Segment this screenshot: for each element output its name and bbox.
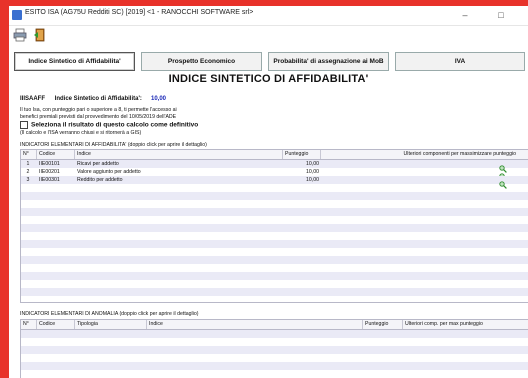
table-row[interactable] <box>21 256 528 264</box>
page-title: INDICE SINTETICO DI AFFIDABILITA' <box>168 73 369 85</box>
cell-codice: IIE00101 <box>39 161 60 167</box>
table-row[interactable] <box>21 232 528 240</box>
col-codice[interactable]: Codice <box>37 320 75 329</box>
table-row[interactable] <box>21 248 528 256</box>
cell-codice: IIE00301 <box>39 177 60 183</box>
tab-probabilita-mob[interactable]: Probabilita' di assegnazione ai MoB <box>268 52 389 71</box>
minimize-button[interactable]: – <box>453 8 477 23</box>
table-row[interactable] <box>21 370 528 378</box>
tab-bar: Indice Sintetico di Affidabilita' Prospe… <box>9 52 528 71</box>
exit-door-icon[interactable] <box>33 28 47 42</box>
tab-iva[interactable]: IVA <box>395 52 525 71</box>
table-row[interactable] <box>21 224 528 232</box>
tab-indice-sintetico[interactable]: Indice Sintetico di Affidabilita' <box>14 52 135 71</box>
cell-n: 1 <box>26 161 30 167</box>
anomalia-section-label: INDICATORI ELEMENTARI DI ANOMALIA (doppi… <box>20 311 199 317</box>
table-row[interactable] <box>21 362 528 370</box>
tab-prospetto-economico[interactable]: Prospetto Economico <box>141 52 262 71</box>
col-n[interactable]: N° <box>21 320 37 329</box>
anomalia-table-header: N° Codice Tipologia Indice Punteggio Ult… <box>21 320 528 330</box>
info-line-1: Il tuo Isa, con punteggio pari o superio… <box>20 107 177 113</box>
cell-indice: Valore aggiunto per addetto <box>77 169 141 175</box>
table-row[interactable]: 1 IIE00101 Ricavi per addetto 10,00 <box>21 160 528 173</box>
col-codice[interactable]: Codice <box>37 150 75 159</box>
info-line-2: benefici premiali previsti dal provvedim… <box>20 114 177 120</box>
maximize-button[interactable]: □ <box>489 8 513 23</box>
table-row[interactable] <box>21 280 528 288</box>
cell-n: 3 <box>26 177 30 183</box>
isa-index-row: IIISAAFF Indice Sintetico di Affidabilit… <box>20 96 186 105</box>
affidabilita-table-header: N° Codice Indice Punteggio Ulteriori com… <box>21 150 528 160</box>
affidabilita-section-label: INDICATORI ELEMENTARI DI AFFIDABILITA' (… <box>20 142 207 148</box>
magnifier-icon[interactable] <box>499 168 507 181</box>
definitive-checkbox-row[interactable]: Seleziona il risultato di questo calcolo… <box>20 121 198 129</box>
table-row[interactable] <box>21 208 528 216</box>
table-row[interactable]: 2 IIE00201 Valore aggiunto per addetto 10,0… <box>21 168 528 181</box>
table-row[interactable] <box>21 200 528 208</box>
table-row[interactable] <box>21 338 528 346</box>
title-bar: ESITO ISA (AG75U Redditi SC) [2019] <1 -… <box>9 6 528 26</box>
table-row[interactable] <box>21 192 528 200</box>
table-row[interactable] <box>21 272 528 280</box>
anomalia-table[interactable]: N° Codice Tipologia Indice Punteggio Ult… <box>20 319 528 378</box>
table-row[interactable] <box>21 346 528 354</box>
isa-code: IIISAAFF <box>20 96 45 102</box>
col-n[interactable]: N° <box>21 150 37 159</box>
col-indice[interactable]: Indice <box>147 320 363 329</box>
printer-icon[interactable] <box>13 28 27 42</box>
cell-codice: IIE00201 <box>39 169 60 175</box>
table-row[interactable] <box>21 184 528 192</box>
cell-indice: Reddito per addetto <box>77 177 123 183</box>
magnifier-icon[interactable] <box>499 176 507 189</box>
cell-n: 2 <box>26 169 30 175</box>
table-row[interactable]: 3 IIE00301 Reddito per addetto 10,00 <box>21 176 528 189</box>
toolbar <box>9 26 528 46</box>
col-punteggio[interactable]: Punteggio <box>283 150 321 159</box>
cell-punteggio: 10,00 <box>306 177 319 183</box>
isa-index-label: Indice Sintetico di Affidabilita': <box>54 96 142 102</box>
definitive-checkbox[interactable] <box>20 121 28 129</box>
col-indice[interactable]: Indice <box>75 150 283 159</box>
table-row[interactable] <box>21 354 528 362</box>
isa-index-value: 10,00 <box>151 96 186 105</box>
col-punteggio[interactable]: Punteggio <box>363 320 403 329</box>
affidabilita-table[interactable]: N° Codice Indice Punteggio Ulteriori com… <box>20 149 528 303</box>
app-window: ESITO ISA (AG75U Redditi SC) [2019] <1 -… <box>9 6 528 378</box>
definitive-checkbox-label: Seleziona il risultato di questo calcolo… <box>31 121 199 129</box>
col-ulteriori[interactable]: Ulteriori componenti per massimizzare pu… <box>321 150 528 159</box>
isa-info-text: Il tuo Isa, con punteggio pari o superio… <box>20 107 280 121</box>
table-row[interactable] <box>21 288 528 296</box>
table-row[interactable] <box>21 240 528 248</box>
cell-punteggio: 10,00 <box>306 161 319 167</box>
magnifier-icon[interactable] <box>499 160 507 173</box>
col-tipologia[interactable]: Tipologia <box>75 320 147 329</box>
window-title: ESITO ISA (AG75U Redditi SC) [2019] <1 -… <box>25 9 254 16</box>
definitive-checkbox-note: (Il calcolo e l'ISA verranno chiusi e si… <box>20 130 142 136</box>
table-row[interactable] <box>21 330 528 338</box>
col-ulteriori[interactable]: Ulteriori comp. per max punteggio <box>403 320 528 329</box>
table-row[interactable] <box>21 216 528 224</box>
cell-indice: Ricavi per addetto <box>77 161 119 167</box>
cell-punteggio: 10,00 <box>306 169 319 175</box>
app-icon <box>12 10 22 20</box>
table-row[interactable] <box>21 264 528 272</box>
